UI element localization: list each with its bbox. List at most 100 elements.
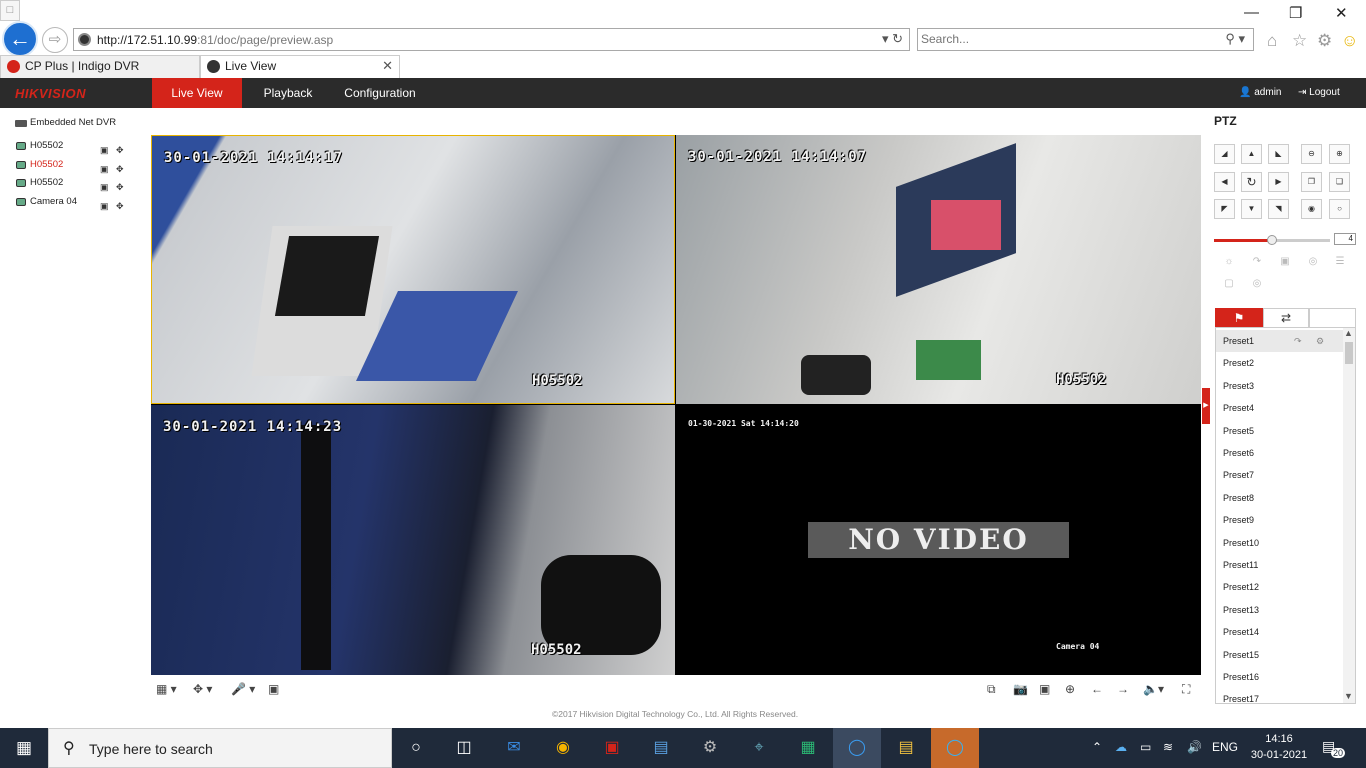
slider-knob[interactable]: [1267, 235, 1277, 245]
internet-explorer-icon[interactable]: ◯: [833, 728, 881, 768]
video-tile-2[interactable]: 30-01-2021 14:14:07 H05502: [676, 135, 1201, 404]
menu-icon[interactable]: ☰: [1327, 256, 1353, 274]
tab-cp-plus[interactable]: CP Plus | Indigo DVR: [0, 55, 200, 78]
zoom-in-icon[interactable]: ⊕: [1329, 144, 1350, 164]
favorites-star-icon[interactable]: ☆: [1292, 31, 1307, 51]
copy-icon[interactable]: ⧉: [987, 682, 996, 697]
nav-configuration[interactable]: Configuration: [336, 78, 424, 108]
video-tile-3[interactable]: 30-01-2021 14:14:23 H05502: [151, 405, 675, 675]
settings-gear-icon[interactable]: ⚙: [1317, 31, 1332, 51]
tally-app-icon[interactable]: ▣: [588, 728, 636, 768]
tab-live-view[interactable]: Live View ✕: [200, 55, 400, 78]
refresh-icon[interactable]: ▾ ↻: [882, 31, 903, 47]
fullscreen-icon[interactable]: ⛶: [1182, 682, 1190, 697]
focus-near-icon[interactable]: ❐: [1301, 172, 1322, 192]
preset-item[interactable]: Preset8: [1216, 487, 1344, 509]
new-tab-button[interactable]: □: [0, 0, 20, 21]
preset-item[interactable]: Preset2: [1216, 352, 1344, 374]
focus-far-icon[interactable]: ❏: [1329, 172, 1350, 192]
record-icon[interactable]: ▣: [100, 197, 109, 215]
taskbar-search[interactable]: ⚲ Type here to search: [48, 728, 392, 768]
battery-icon[interactable]: ▭: [1140, 740, 1151, 754]
ptz-down-right-button[interactable]: ◥: [1268, 199, 1289, 219]
camera-item[interactable]: Camera 04 ▣ ✥: [10, 193, 145, 212]
stream-type-icon[interactable]: ✥ ▾: [193, 682, 212, 696]
close-tab-icon[interactable]: ✕: [382, 58, 393, 74]
preset-item[interactable]: Preset4: [1216, 397, 1344, 419]
iris-open-icon[interactable]: ◉: [1301, 199, 1322, 219]
set-preset-gear-icon[interactable]: ⚙: [1316, 330, 1324, 352]
panel-collapse-handle[interactable]: ▶: [1202, 388, 1210, 424]
user-menu[interactable]: 👤 admin: [1239, 87, 1281, 98]
preset-item[interactable]: Preset10: [1216, 532, 1344, 554]
preset-scrollbar[interactable]: ▲ ▼: [1343, 328, 1355, 703]
outlook-icon[interactable]: ✉: [490, 728, 538, 768]
search-icon[interactable]: ⚲ ▾: [1225, 31, 1245, 47]
address-bar[interactable]: http://172.51.10.99:81/doc/page/preview.…: [73, 28, 910, 51]
close-window-icon[interactable]: ✕: [1335, 4, 1348, 22]
zoom-out-icon[interactable]: ⊖: [1301, 144, 1322, 164]
excel-icon[interactable]: ▦: [784, 728, 832, 768]
scroll-thumb[interactable]: [1345, 342, 1353, 364]
task-view-icon[interactable]: ◫: [440, 728, 488, 768]
ptz-right-button[interactable]: ▶: [1268, 172, 1289, 192]
camera-item[interactable]: H05502 ▣ ✥: [10, 156, 145, 175]
tab-presets[interactable]: ⚑: [1215, 308, 1263, 328]
clock[interactable]: 14:16 30-01-2021: [1248, 731, 1310, 763]
search-box[interactable]: ⚲ ▾: [917, 28, 1254, 51]
video-tile-1[interactable]: 30-01-2021 14:14:17 H05502: [151, 135, 675, 404]
edge-icon[interactable]: ◯: [931, 728, 979, 768]
stop-all-icon[interactable]: ▣: [268, 682, 279, 696]
cortana-icon[interactable]: ○: [392, 728, 440, 768]
settings-app-icon[interactable]: ⚙: [686, 728, 734, 768]
preset-item[interactable]: Preset1 ↷ ⚙: [1216, 330, 1344, 352]
ptz-down-button[interactable]: ▼: [1241, 199, 1262, 219]
scroll-up-icon[interactable]: ▲: [1344, 328, 1353, 338]
microphone-icon[interactable]: 🎤 ▾: [231, 682, 255, 696]
capture-camera-icon[interactable]: 📷: [1013, 682, 1028, 696]
preset-item[interactable]: Preset12: [1216, 576, 1344, 598]
network-app-icon[interactable]: ⌖: [735, 728, 783, 768]
preset-item[interactable]: Preset17: [1216, 688, 1344, 703]
camera-item[interactable]: H05502 ▣ ✥: [10, 137, 145, 156]
ptz-auto-button[interactable]: ↻: [1241, 172, 1262, 192]
ptz-up-button[interactable]: ▲: [1241, 144, 1262, 164]
wiper-icon[interactable]: ↷: [1244, 256, 1270, 274]
onedrive-icon[interactable]: ☁: [1115, 740, 1127, 754]
wifi-icon[interactable]: ≋: [1163, 740, 1173, 754]
forward-button[interactable]: ⇨: [42, 27, 68, 53]
tab-patrols[interactable]: ⇄: [1263, 308, 1309, 328]
chrome-icon[interactable]: ◉: [539, 728, 587, 768]
record-video-icon[interactable]: ▣: [1039, 682, 1050, 696]
window-app-icon[interactable]: ▤: [637, 728, 685, 768]
ptz-up-left-button[interactable]: ◢: [1214, 144, 1235, 164]
volume-mute-icon[interactable]: 🔈▾: [1143, 682, 1164, 696]
aux-focus-icon[interactable]: ▣: [1272, 256, 1298, 274]
search-input[interactable]: [921, 32, 1201, 46]
zoom-in-icon[interactable]: ⊕: [1065, 682, 1075, 696]
preset-item[interactable]: Preset15: [1216, 644, 1344, 666]
ptz-up-right-button[interactable]: ◣: [1268, 144, 1289, 164]
file-explorer-icon[interactable]: ▤: [882, 728, 930, 768]
nav-live-view[interactable]: Live View: [152, 78, 242, 108]
scroll-down-icon[interactable]: ▼: [1344, 691, 1353, 701]
minimize-icon[interactable]: —: [1244, 4, 1259, 21]
preset-item[interactable]: Preset14: [1216, 621, 1344, 643]
camera-item[interactable]: H05502 ▣ ✥: [10, 174, 145, 193]
feedback-smiley-icon[interactable]: ☺: [1341, 31, 1358, 51]
manual-track-icon[interactable]: ▢: [1216, 278, 1242, 296]
restore-icon[interactable]: ❐: [1289, 4, 1302, 22]
tray-expand-icon[interactable]: ⌃: [1092, 740, 1102, 754]
nav-playback[interactable]: Playback: [250, 78, 326, 108]
tab-pattern[interactable]: [1309, 308, 1356, 328]
ptz-down-left-button[interactable]: ◤: [1214, 199, 1235, 219]
back-button[interactable]: ←: [2, 21, 38, 57]
call-preset-icon[interactable]: ↷: [1294, 330, 1302, 352]
light-icon[interactable]: ☼: [1216, 256, 1242, 274]
preset-item[interactable]: Preset6: [1216, 442, 1344, 464]
iris-close-icon[interactable]: ○: [1329, 199, 1350, 219]
volume-icon[interactable]: 🔊: [1187, 740, 1202, 754]
preset-item[interactable]: Preset11: [1216, 554, 1344, 576]
preset-item[interactable]: Preset7: [1216, 464, 1344, 486]
preset-item[interactable]: Preset3: [1216, 375, 1344, 397]
